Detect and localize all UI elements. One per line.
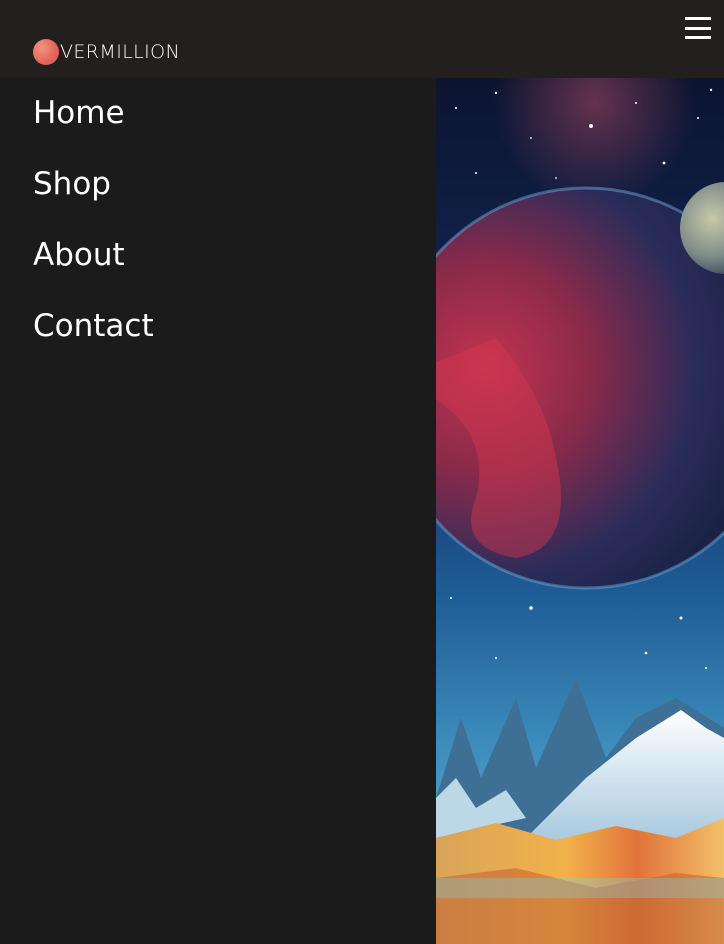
space-landscape-image bbox=[436, 78, 724, 944]
hamburger-menu-icon[interactable] bbox=[685, 17, 711, 39]
nav-drawer: Home Shop About Contact bbox=[0, 78, 436, 944]
nav-item-shop[interactable]: Shop bbox=[33, 169, 111, 200]
menu-bar-top bbox=[685, 17, 711, 20]
nav-item-contact[interactable]: Contact bbox=[33, 311, 154, 342]
nav-item-home[interactable]: Home bbox=[33, 98, 125, 129]
page: VERMILLION Home Shop About Contact bbox=[0, 0, 724, 944]
menu-bar-bottom bbox=[685, 36, 711, 39]
brand-name: VERMILLION bbox=[60, 41, 181, 63]
nav-item-about[interactable]: About bbox=[33, 240, 125, 271]
top-bar: VERMILLION bbox=[0, 0, 724, 78]
menu-bar-middle bbox=[685, 26, 711, 30]
hero-image bbox=[436, 78, 724, 944]
logo-dot-icon bbox=[33, 39, 59, 65]
brand-logo[interactable]: VERMILLION bbox=[33, 39, 180, 65]
